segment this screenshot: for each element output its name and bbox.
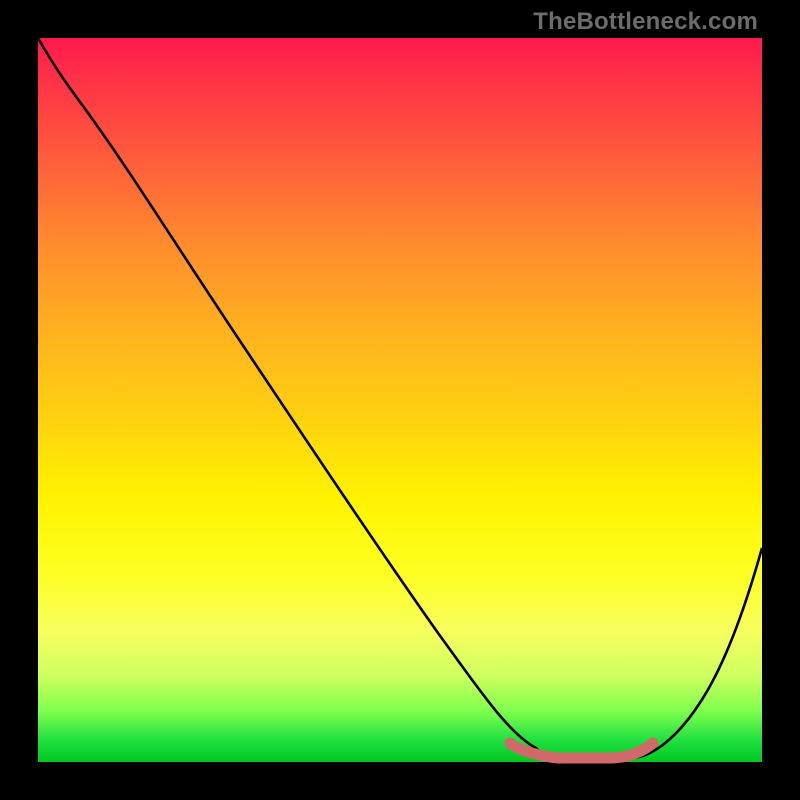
chart-container: TheBottleneck.com xyxy=(0,0,800,800)
plot-area xyxy=(38,38,762,762)
watermark-text: TheBottleneck.com xyxy=(533,8,758,36)
bottleneck-curve xyxy=(38,38,762,762)
curve-path xyxy=(38,38,762,758)
